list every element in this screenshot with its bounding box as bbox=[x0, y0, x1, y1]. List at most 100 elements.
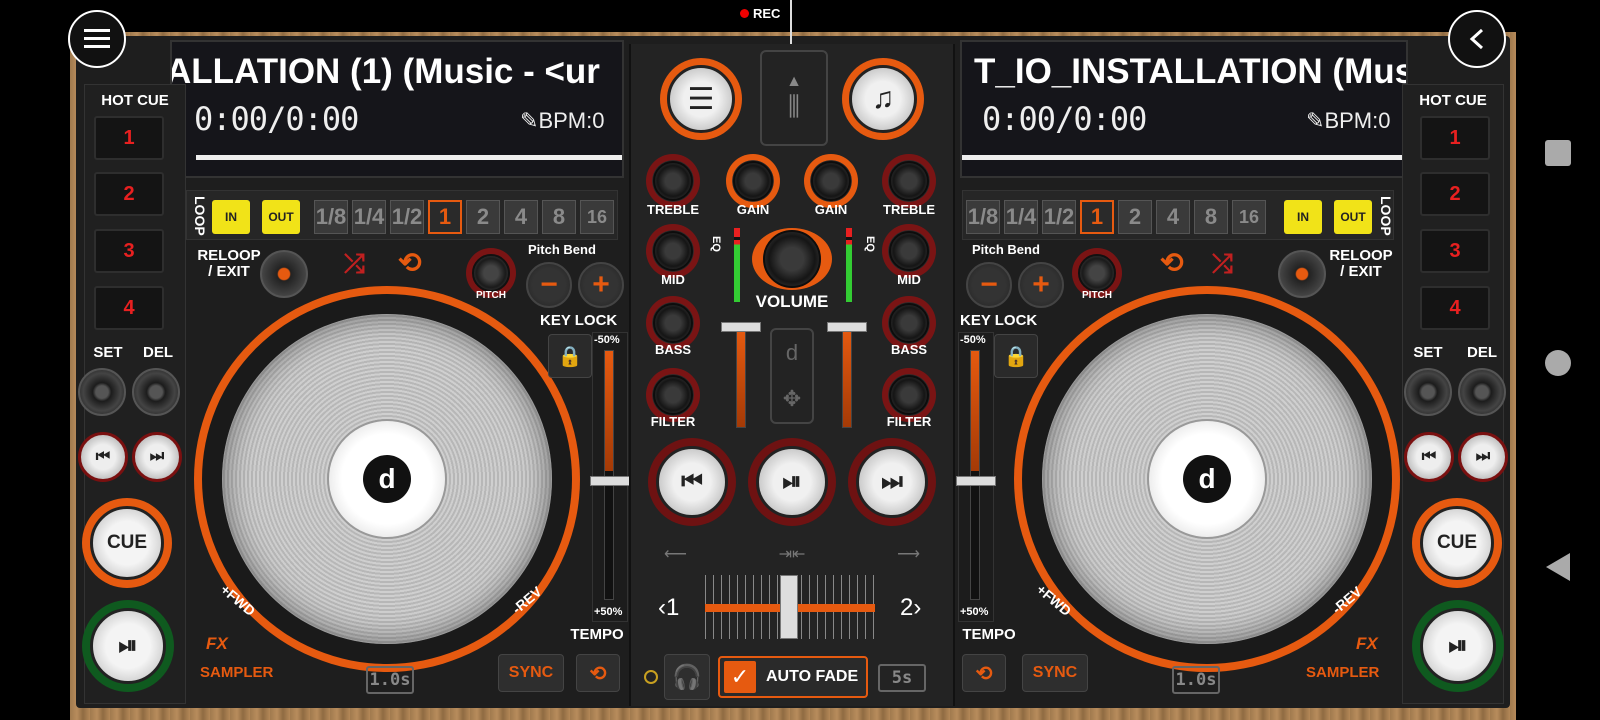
left-channel-fader[interactable] bbox=[721, 322, 761, 332]
right-tempo-slider[interactable] bbox=[956, 476, 996, 486]
right-play-pause-button[interactable]: ⏯ bbox=[1412, 600, 1504, 692]
right-pitch-bend-minus[interactable]: − bbox=[966, 262, 1012, 308]
menu-button[interactable] bbox=[68, 10, 126, 68]
home-nav-icon[interactable] bbox=[1545, 350, 1571, 376]
auto-fade-button[interactable]: ✓ AUTO FADE bbox=[718, 656, 868, 698]
left-loop-out-button[interactable]: OUT bbox=[262, 200, 300, 234]
left-sync-button[interactable]: SYNC bbox=[498, 654, 564, 692]
left-prev-cue-button[interactable]: ⏮ bbox=[78, 432, 128, 482]
right-gain-knob[interactable] bbox=[804, 154, 858, 208]
left-next-cue-button[interactable]: ⏭ bbox=[132, 432, 182, 482]
recents-nav-icon[interactable] bbox=[1545, 140, 1571, 166]
right-hot-cue-1[interactable]: 1 bbox=[1420, 116, 1490, 160]
left-gain-knob[interactable] bbox=[726, 154, 780, 208]
right-next-cue-button[interactable]: ⏭ bbox=[1458, 432, 1508, 482]
record-button[interactable]: REC bbox=[740, 6, 780, 21]
left-loop-size-1[interactable]: 1 bbox=[428, 200, 462, 234]
right-set-cue-button[interactable] bbox=[1404, 368, 1452, 416]
left-loop-size-1-8[interactable]: 1/8 bbox=[314, 200, 348, 234]
left-progress-bar[interactable] bbox=[196, 155, 622, 160]
right-hot-cue-4[interactable]: 4 bbox=[1420, 286, 1490, 330]
left-loop-size-16[interactable]: 16 bbox=[580, 200, 614, 234]
left-shuffle-icon[interactable]: ⤮ bbox=[344, 248, 365, 280]
master-play-pause-button[interactable]: ⏯ bbox=[748, 438, 836, 526]
headphones-button[interactable]: 🎧 bbox=[664, 654, 710, 700]
right-loop-size-2[interactable]: 2 bbox=[1118, 200, 1152, 234]
left-track-display[interactable]: ALLATION (1) (Music - <ur 0:00/0:00 ✎BPM… bbox=[170, 40, 624, 178]
mixer-toggle-button[interactable]: ▲ ⫼ bbox=[760, 50, 828, 146]
right-loop-size-1-2[interactable]: 1/2 bbox=[1042, 200, 1076, 234]
left-pitch-bend-plus[interactable]: + bbox=[578, 262, 624, 308]
auto-fade-time[interactable]: 5s bbox=[878, 664, 926, 692]
move-panel-button[interactable]: d ✥ bbox=[770, 328, 814, 424]
right-tempo-track[interactable] bbox=[970, 350, 980, 600]
right-channel-fader-track[interactable] bbox=[842, 328, 852, 428]
left-tempo-slider[interactable] bbox=[590, 476, 630, 486]
right-repeat-icon[interactable]: ⟲ bbox=[1160, 246, 1183, 279]
crossfader-handle[interactable] bbox=[780, 575, 798, 639]
left-mid-knob[interactable] bbox=[646, 224, 700, 278]
right-del-cue-button[interactable] bbox=[1458, 368, 1506, 416]
right-loop-size-16[interactable]: 16 bbox=[1232, 200, 1266, 234]
right-bpm-readout[interactable]: ✎BPM:0 bbox=[1306, 108, 1390, 134]
right-beat-length[interactable]: 1.0s bbox=[1172, 666, 1220, 694]
left-tempo-track[interactable] bbox=[604, 350, 614, 600]
left-del-cue-button[interactable] bbox=[132, 368, 180, 416]
right-shuffle-icon[interactable]: ⤮ bbox=[1212, 248, 1233, 280]
left-bpm-readout[interactable]: ✎BPM:0 bbox=[520, 108, 604, 134]
left-cue-button[interactable]: CUE bbox=[82, 498, 172, 588]
right-progress-bar[interactable] bbox=[962, 155, 1406, 160]
left-reset-pitch-button[interactable]: ⟲ bbox=[576, 654, 620, 692]
music-note-icon: ♫ bbox=[849, 65, 917, 133]
right-loop-size-1[interactable]: 1 bbox=[1080, 200, 1114, 234]
left-loop-size-1-4[interactable]: 1/4 bbox=[352, 200, 386, 234]
right-sync-button[interactable]: SYNC bbox=[1022, 654, 1088, 692]
left-set-cue-button[interactable] bbox=[78, 368, 126, 416]
right-reset-pitch-button[interactable]: ⟲ bbox=[962, 654, 1006, 692]
right-sampler-button[interactable]: SAMPLER bbox=[1306, 664, 1379, 681]
left-set-label: SET bbox=[93, 344, 123, 361]
master-volume-knob[interactable] bbox=[752, 228, 832, 290]
left-repeat-icon[interactable]: ⟲ bbox=[398, 246, 421, 279]
right-treble-knob[interactable] bbox=[882, 154, 936, 208]
right-hot-cue-3[interactable]: 3 bbox=[1420, 229, 1490, 273]
left-channel-fader-track[interactable] bbox=[736, 328, 746, 428]
right-loop-in-button[interactable]: IN bbox=[1284, 200, 1322, 234]
right-pitch-max-label: +50% bbox=[960, 606, 989, 618]
right-hot-cue-2[interactable]: 2 bbox=[1420, 172, 1490, 216]
right-channel-fader[interactable] bbox=[827, 322, 867, 332]
right-mid-knob[interactable] bbox=[882, 224, 936, 278]
arrow-right-icon: ⟶ bbox=[897, 546, 920, 563]
right-loop-out-button[interactable]: OUT bbox=[1334, 200, 1372, 234]
right-loop-size-1-8[interactable]: 1/8 bbox=[966, 200, 1000, 234]
left-treble-knob[interactable] bbox=[646, 154, 700, 208]
right-fx-button[interactable]: FX bbox=[1356, 634, 1378, 654]
back-button[interactable] bbox=[1448, 10, 1506, 68]
left-hot-cue-3[interactable]: 3 bbox=[94, 229, 164, 273]
left-sampler-button[interactable]: SAMPLER bbox=[200, 664, 273, 681]
right-prev-cue-button[interactable]: ⏮ bbox=[1404, 432, 1454, 482]
left-loop-size-4[interactable]: 4 bbox=[504, 200, 538, 234]
left-loop-in-button[interactable]: IN bbox=[212, 200, 250, 234]
back-nav-icon[interactable] bbox=[1546, 553, 1570, 581]
right-key-lock-button[interactable]: 🔒 bbox=[994, 334, 1038, 378]
left-loop-size-8[interactable]: 8 bbox=[542, 200, 576, 234]
left-key-lock-button[interactable]: 🔒 bbox=[548, 334, 592, 378]
left-loop-size-1-2[interactable]: 1/2 bbox=[390, 200, 424, 234]
right-loop-size-4[interactable]: 4 bbox=[1156, 200, 1190, 234]
music-library-button[interactable]: ♫ bbox=[842, 58, 924, 140]
left-loop-size-2[interactable]: 2 bbox=[466, 200, 500, 234]
previous-track-button[interactable]: ⏮ bbox=[648, 438, 736, 526]
right-track-display[interactable]: T_IO_INSTALLATION (Mus 0:00/0:00 ✎BPM:0 bbox=[960, 40, 1408, 178]
left-fx-button[interactable]: FX bbox=[206, 634, 228, 654]
left-hot-cue-2[interactable]: 2 bbox=[94, 172, 164, 216]
right-loop-size-8[interactable]: 8 bbox=[1194, 200, 1228, 234]
left-play-pause-button[interactable]: ⏯ bbox=[82, 600, 174, 692]
playlist-button[interactable]: ☰ bbox=[660, 58, 742, 140]
left-hot-cue-4[interactable]: 4 bbox=[94, 286, 164, 330]
left-hot-cue-1[interactable]: 1 bbox=[94, 116, 164, 160]
next-track-button[interactable]: ⏭ bbox=[848, 438, 936, 526]
left-beat-length[interactable]: 1.0s bbox=[366, 666, 414, 694]
right-cue-button[interactable]: CUE bbox=[1412, 498, 1502, 588]
right-loop-size-1-4[interactable]: 1/4 bbox=[1004, 200, 1038, 234]
